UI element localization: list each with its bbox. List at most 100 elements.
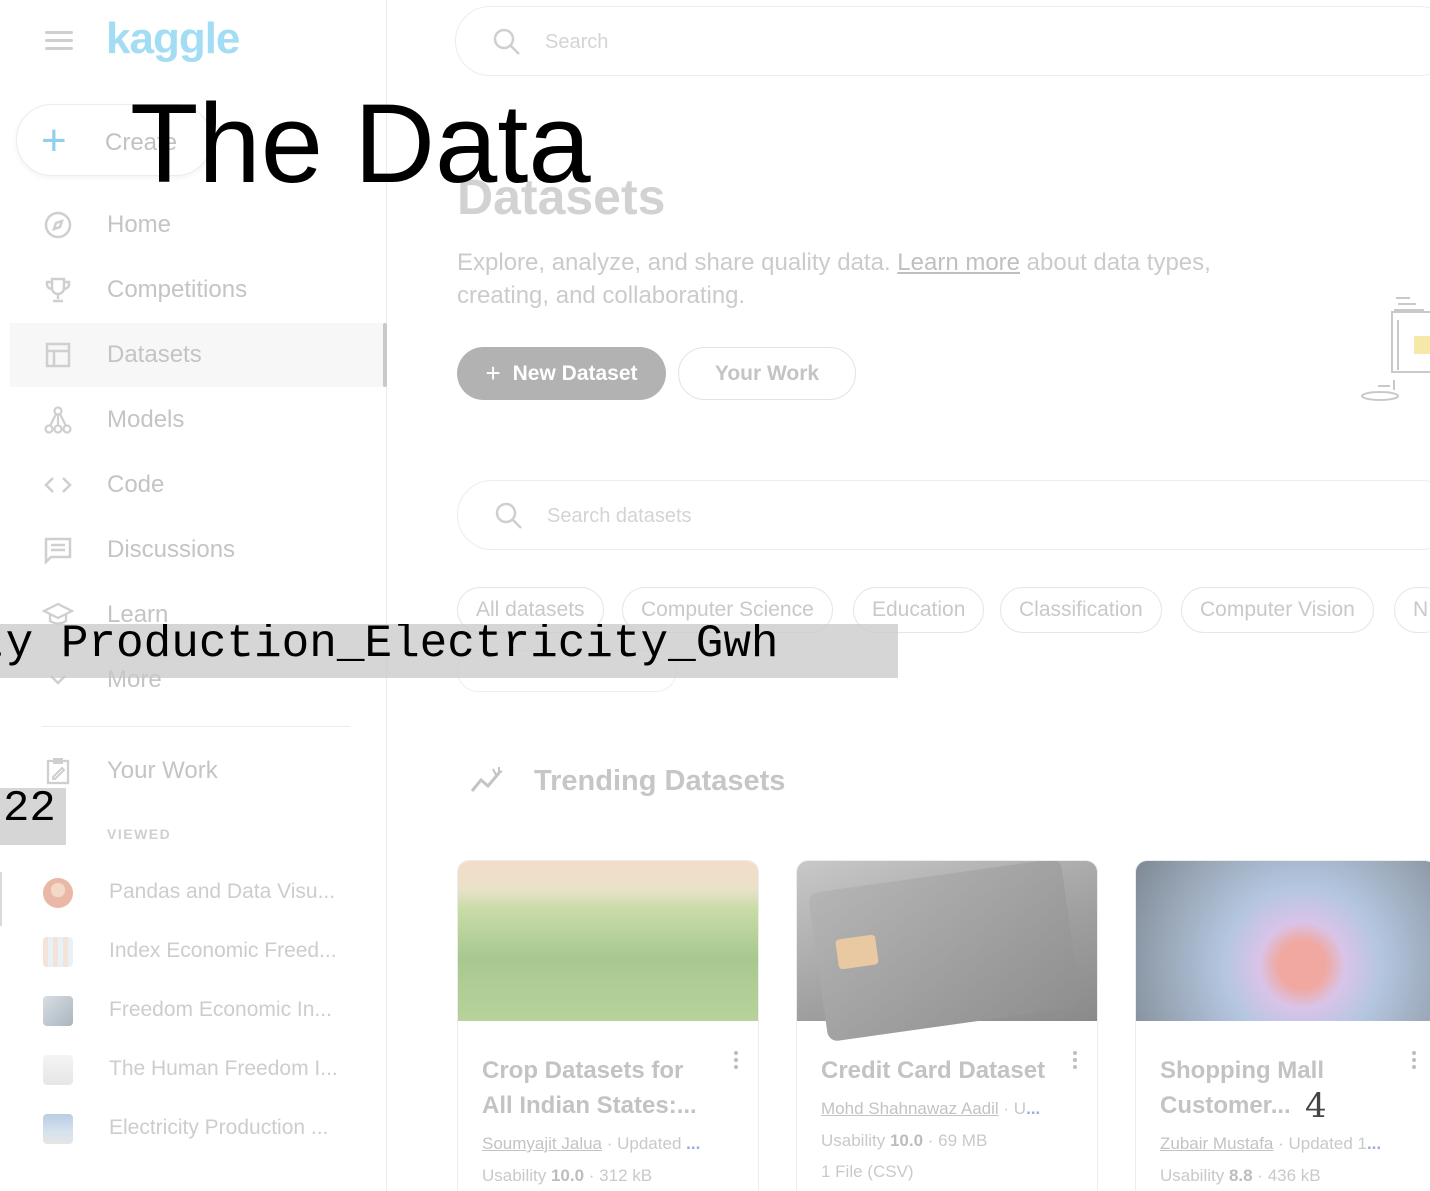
kaggle-datasets-page: { "brand": { "logo_text": "kaggle" }, "s… (0, 0, 1430, 1191)
viewed-header: VIEWED (107, 826, 172, 842)
usability-label: Usability (1160, 1166, 1229, 1185)
discussion-icon (44, 537, 72, 566)
card-files: 1 File (CSV) (821, 1162, 914, 1181)
compass-icon (44, 211, 72, 239)
card-author-link[interactable]: Zubair Mustafa (1160, 1134, 1273, 1153)
overlay-code-label: ty Production_Electricity_Gwh (0, 624, 898, 678)
viewed-item[interactable]: The Human Freedom I... (0, 1046, 387, 1094)
dataset-card[interactable]: Crop Datasets for All Indian States:... … (457, 860, 759, 1191)
more-vert-icon[interactable] (734, 1051, 738, 1072)
dataset-search-input[interactable]: Search datasets (457, 480, 1430, 550)
your-work-label: Your Work (714, 361, 820, 385)
card-thumbnail (458, 861, 758, 1021)
search-placeholder: Search (545, 31, 609, 53)
sidebar-item-label: Models (107, 406, 185, 433)
card-author-link[interactable]: Soumyajit Jalua (482, 1134, 602, 1153)
card-thumbnail (1136, 861, 1430, 1021)
search-placeholder: Search datasets (547, 505, 692, 527)
card-updated: · U (998, 1099, 1027, 1118)
usability-value: 10.0 (889, 1131, 924, 1150)
usability-value: 10.0 (550, 1166, 585, 1185)
viewed-item-label: Pandas and Data Visu... (109, 880, 336, 903)
plus-icon: + (485, 358, 501, 388)
code-icon (44, 477, 72, 493)
card-author-link[interactable]: Mohd Shahnawaz Aadil (821, 1099, 999, 1118)
avatar (43, 878, 73, 908)
sidebar-item-datasets[interactable]: Datasets (10, 323, 387, 387)
overlay-title: The Data (130, 81, 591, 206)
card-title[interactable]: Shopping Mall Customer... (1160, 1053, 1390, 1123)
viewed-item-label: Index Economic Freed... (109, 939, 337, 962)
search-icon (493, 28, 520, 55)
overlay-number: 22 (0, 787, 66, 845)
dataset-thumbnail (43, 996, 73, 1026)
trending-icon (470, 767, 503, 792)
learn-more-link[interactable]: Learn more (897, 249, 1020, 276)
trending-title: Trending Datasets (534, 765, 786, 797)
viewed-item[interactable]: Index Economic Freed... (0, 928, 387, 976)
sidebar-item-discussions[interactable]: Discussions (10, 518, 387, 582)
card-author-line: Zubair Mustafa · Updated 1... (1160, 1134, 1381, 1154)
card-author-line: Mohd Shahnawaz Aadil · U... (821, 1099, 1040, 1119)
card-title[interactable]: Crop Datasets for All Indian States:... (482, 1053, 712, 1123)
menu-icon[interactable] (45, 31, 75, 53)
dataset-thumbnail (43, 1055, 73, 1085)
plus-icon: + (41, 116, 67, 165)
models-icon (44, 406, 72, 434)
card-size: · 436 kB (1252, 1166, 1321, 1185)
viewed-item[interactable]: Freedom Economic In... (0, 987, 387, 1035)
more-vert-icon[interactable] (1412, 1051, 1416, 1072)
sidebar-item-models[interactable]: Models (10, 388, 387, 452)
kaggle-logo[interactable]: kaggle (106, 14, 240, 64)
card-ellipsis: ... (686, 1134, 701, 1153)
table-icon (45, 342, 71, 368)
sidebar-item-label: Your Work (107, 757, 218, 784)
datasets-illustration (1361, 297, 1430, 401)
card-thumbnail (797, 861, 1097, 1043)
card-title[interactable]: Credit Card Dataset (821, 1053, 1051, 1088)
viewed-item[interactable]: Pandas and Data Visu... (0, 869, 387, 917)
card-size: · 69 MB (923, 1131, 988, 1150)
more-vert-icon[interactable] (1073, 1051, 1077, 1072)
sidebar-item-label: Datasets (107, 341, 202, 368)
chip-computer-vision[interactable]: Computer Vision (1181, 587, 1374, 633)
chip-classification[interactable]: Classification (1000, 587, 1162, 633)
sidebar-item-competitions[interactable]: Competitions (10, 258, 387, 322)
usability-value: 8.8 (1228, 1166, 1253, 1185)
sidebar-item-your-work[interactable]: Your Work (10, 739, 387, 803)
global-search-input[interactable]: Search (455, 6, 1430, 76)
overlay-code-text: ty Production_Electricity_Gwh (0, 624, 779, 670)
viewed-item-label: Freedom Economic In... (109, 998, 332, 1021)
sidebar-item-label: Code (107, 471, 165, 498)
viewed-item[interactable]: Electricity Production ... (0, 1105, 387, 1153)
sidebar-divider (42, 726, 350, 727)
dataset-card[interactable]: Shopping Mall Customer... Zubair Mustafa… (1135, 860, 1430, 1191)
search-icon (495, 502, 522, 529)
sidebar-item-label: Home (107, 211, 172, 238)
new-dataset-button[interactable]: + New Dataset (457, 347, 666, 400)
card-size: · 312 kB (584, 1166, 653, 1185)
overlay-small-number: 4 (1305, 1086, 1327, 1126)
page-subtitle: Explore, analyze, and share quality data… (457, 246, 1217, 312)
subtitle-text: Explore, analyze, and share quality data… (457, 249, 898, 276)
chip-next[interactable]: N (1394, 587, 1430, 633)
trophy-icon (45, 277, 71, 303)
viewed-item-label: The Human Freedom I... (109, 1057, 338, 1080)
sidebar-item-label: Discussions (107, 536, 236, 563)
new-dataset-label: New Dataset (512, 361, 638, 385)
card-ellipsis: ... (1366, 1134, 1382, 1153)
card-updated: · Updated (602, 1134, 687, 1153)
dataset-thumbnail (43, 937, 73, 967)
card-updated: · Updated 1 (1273, 1134, 1367, 1153)
sidebar-item-label: Competitions (107, 276, 248, 303)
card-usability-line: Usability 10.0 · 312 kB (482, 1166, 652, 1186)
sidebar-item-code[interactable]: Code (10, 453, 387, 517)
usability-label: Usability (482, 1166, 551, 1185)
clipboard-edit-icon (46, 758, 70, 785)
your-work-button[interactable]: Your Work (678, 347, 856, 400)
card-ellipsis: ... (1026, 1099, 1041, 1118)
card-usability-line: Usability 8.8 · 436 kB (1160, 1166, 1321, 1186)
card-author-line: Soumyajit Jalua · Updated ... (482, 1134, 700, 1154)
dataset-card[interactable]: Credit Card Dataset Mohd Shahnawaz Aadil… (796, 860, 1098, 1191)
viewed-item-label: Electricity Production ... (109, 1116, 329, 1139)
